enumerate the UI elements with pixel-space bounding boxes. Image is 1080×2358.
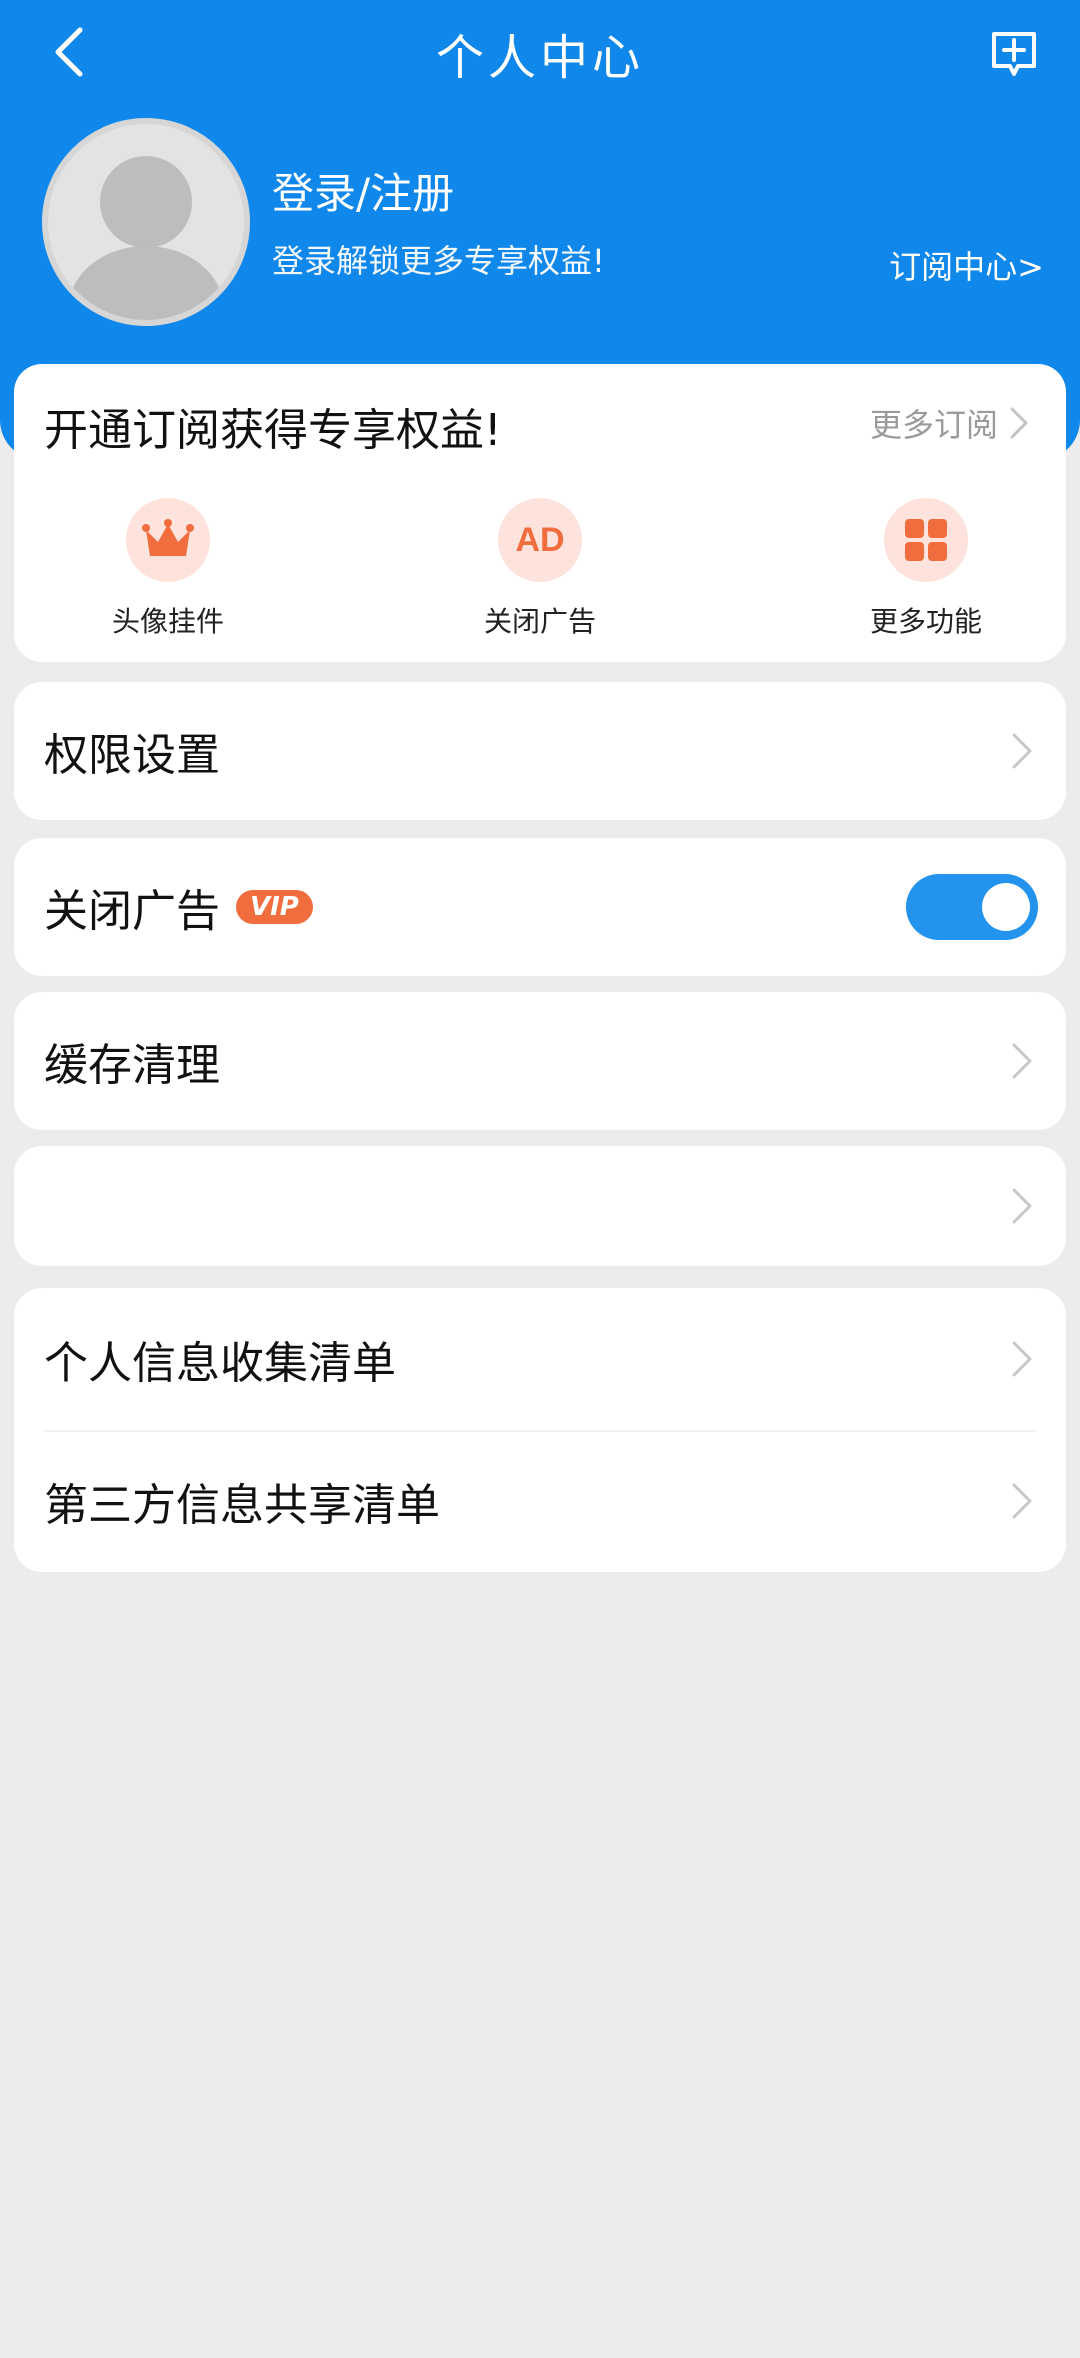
close-ads-label: 关闭广告	[44, 886, 220, 937]
blank-item[interactable]	[14, 1146, 1066, 1266]
more-subscriptions-label: 更多订阅	[869, 406, 998, 444]
feature-label: 更多功能	[869, 605, 982, 638]
cache-clean-label: 缓存清理	[44, 1040, 220, 1091]
top-bar: 个人中心	[0, 0, 1080, 105]
close-ads-row: 关闭广告 VIP	[44, 838, 313, 976]
subscription-center-link[interactable]: 订阅中心>	[889, 242, 1044, 288]
privacy-lists-card: 个人信息收集清单 第三方信息共享清单	[14, 1288, 1066, 1572]
chevron-right-icon	[1012, 1188, 1032, 1224]
third-party-list-label: 第三方信息共享清单	[44, 1480, 440, 1531]
feedback-button[interactable]	[984, 24, 1044, 84]
login-subtitle: 登录解锁更多专享权益!	[272, 242, 605, 280]
ad-icon: AD	[498, 498, 582, 582]
third-party-list-item[interactable]: 第三方信息共享清单	[14, 1430, 1066, 1572]
user-placeholder-icon	[68, 156, 224, 320]
toggle-knob	[982, 883, 1030, 931]
chevron-right-icon	[1012, 1483, 1032, 1519]
back-arrow-icon	[55, 27, 83, 77]
back-button[interactable]	[40, 22, 100, 82]
feature-avatar-pendant[interactable]: 头像挂件	[68, 498, 268, 640]
feature-label: 头像挂件	[111, 605, 224, 638]
permissions-settings-label: 权限设置	[44, 730, 220, 781]
vip-badge: VIP	[236, 890, 313, 924]
chevron-right-icon	[1012, 1043, 1032, 1079]
close-ads-item: 关闭广告 VIP	[14, 838, 1066, 976]
chevron-right-icon	[1012, 733, 1032, 769]
login-register-link[interactable]: 登录/注册	[272, 160, 454, 221]
avatar[interactable]	[42, 118, 250, 326]
feature-more-functions[interactable]: 更多功能	[826, 498, 1026, 640]
ad-icon-text: AD	[515, 520, 565, 559]
personal-info-list-item[interactable]: 个人信息收集清单	[14, 1288, 1066, 1430]
promo-title: 开通订阅获得专享权益!	[44, 405, 502, 456]
subscription-promo-card: 开通订阅获得专享权益! 更多订阅 头像挂件 AD 关闭广告 更多功能	[14, 364, 1066, 662]
chevron-right-icon	[1010, 407, 1028, 439]
close-ads-toggle[interactable]	[906, 874, 1038, 940]
add-note-icon	[992, 32, 1036, 76]
crown-icon	[126, 498, 210, 582]
cache-clean-item[interactable]: 缓存清理	[14, 992, 1066, 1130]
page-title: 个人中心	[435, 29, 644, 86]
feature-close-ads[interactable]: AD 关闭广告	[440, 498, 640, 640]
chevron-right-icon	[1012, 1341, 1032, 1377]
permissions-settings-item[interactable]: 权限设置	[14, 682, 1066, 820]
more-subscriptions-link[interactable]: 更多订阅	[870, 400, 1030, 446]
grid-icon	[884, 498, 968, 582]
personal-info-list-label: 个人信息收集清单	[44, 1338, 396, 1389]
feature-label: 关闭广告	[483, 605, 596, 638]
